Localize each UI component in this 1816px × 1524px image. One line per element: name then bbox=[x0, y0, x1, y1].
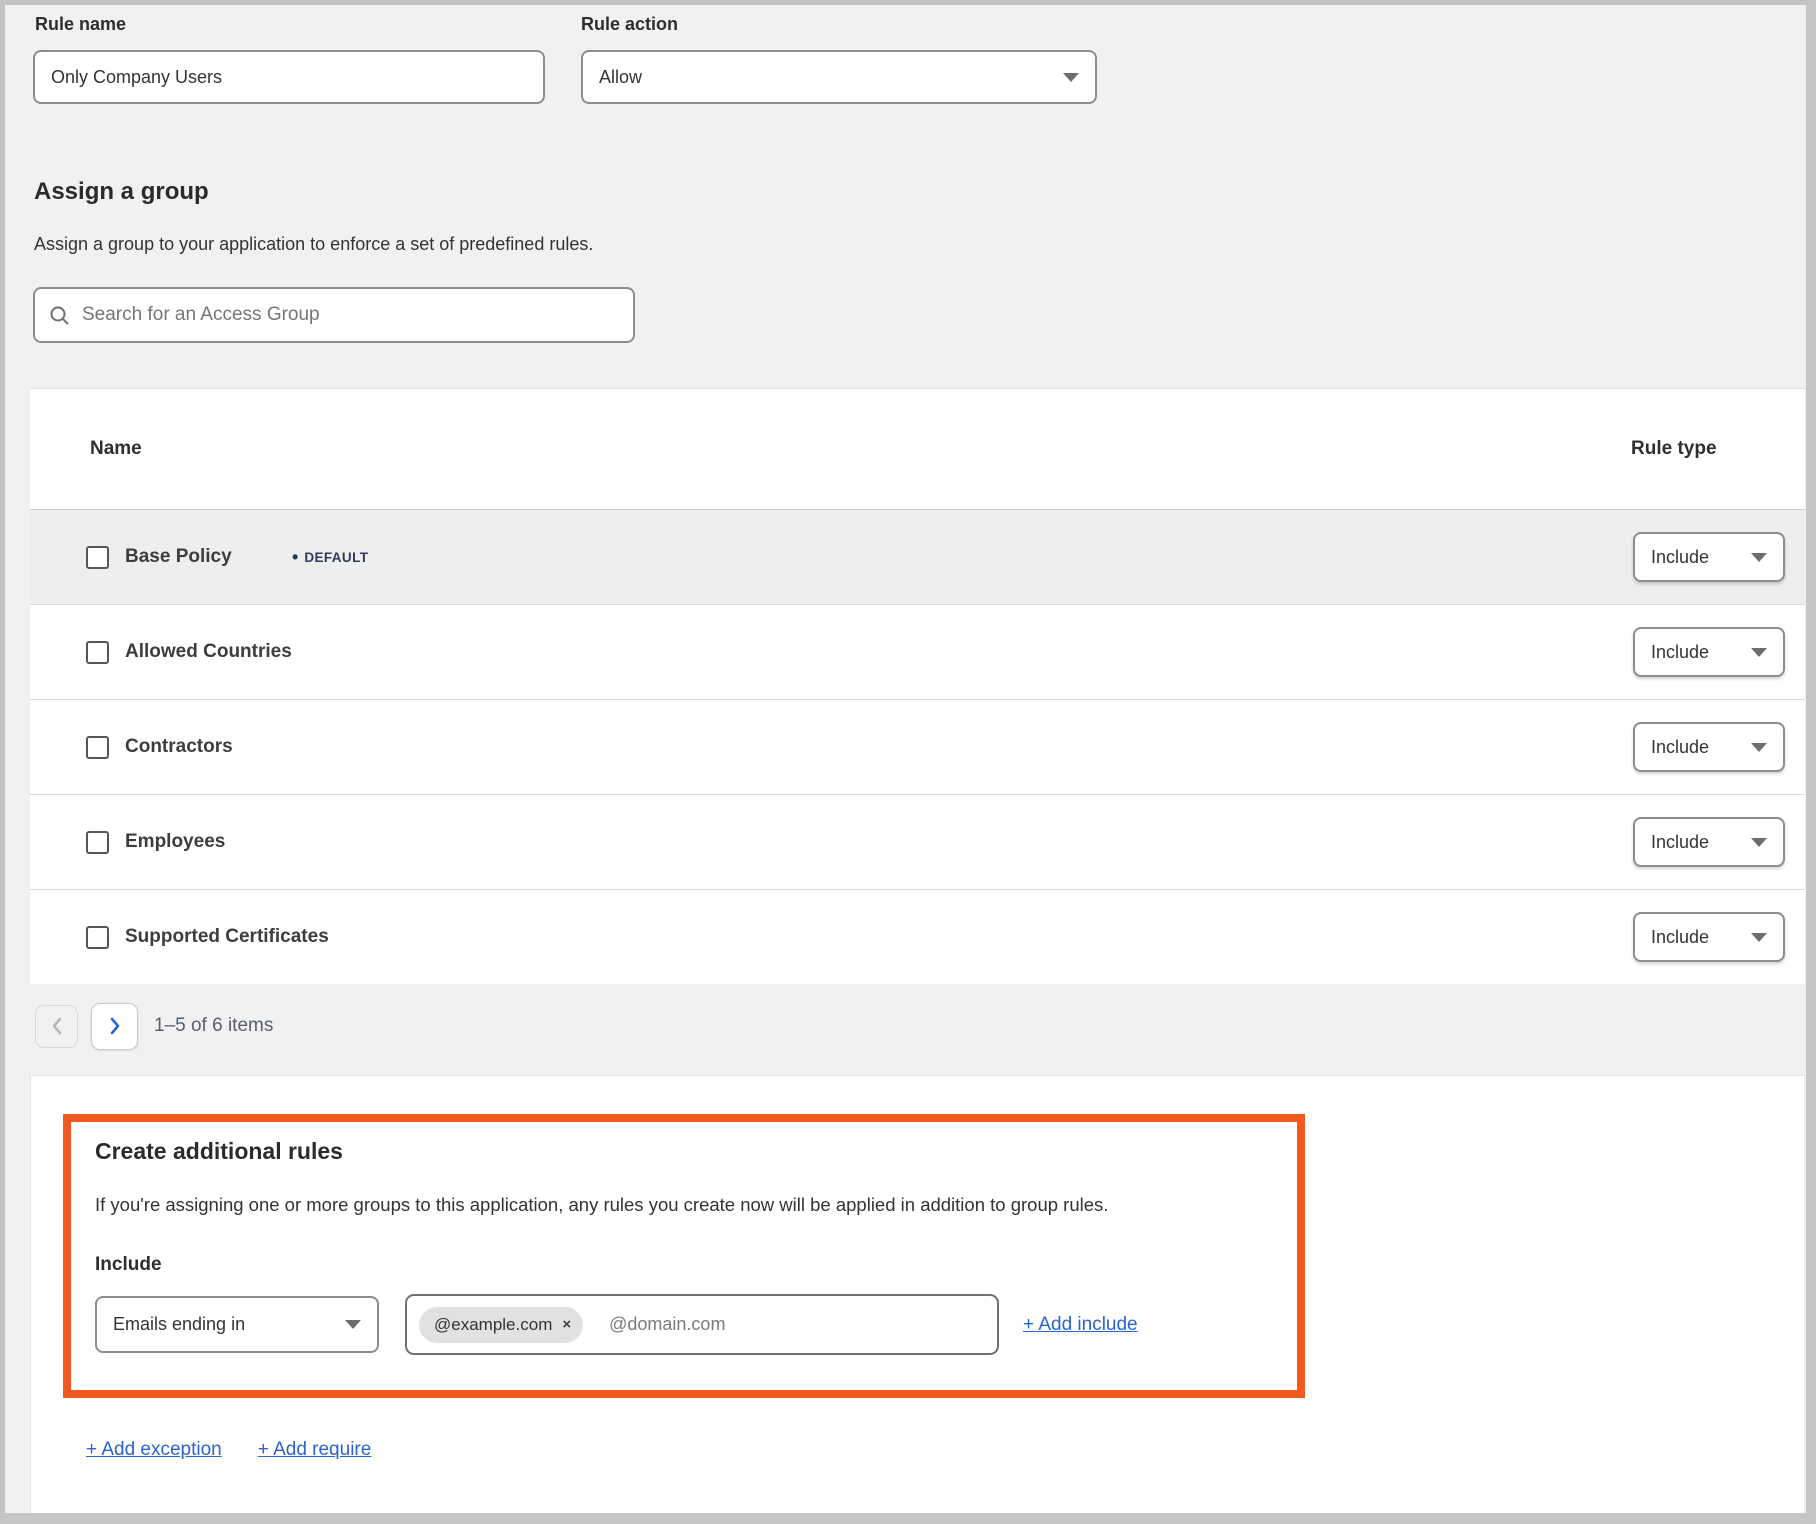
rule-type-select[interactable]: Include bbox=[1633, 532, 1785, 582]
row-checkbox[interactable] bbox=[86, 831, 109, 854]
rule-name-input[interactable] bbox=[33, 50, 545, 104]
chevron-right-icon bbox=[109, 1017, 121, 1035]
table-row: Allowed Countries Include bbox=[30, 604, 1805, 699]
include-rule-row: Emails ending in @example.com × + Add in… bbox=[95, 1294, 1138, 1355]
rule-type-value: Include bbox=[1651, 832, 1709, 853]
badge-bullet-icon: • bbox=[292, 547, 298, 568]
chevron-down-icon bbox=[1751, 933, 1767, 942]
rule-links: + Add exception + Add require bbox=[86, 1439, 371, 1461]
column-header-rule-type: Rule type bbox=[1631, 438, 1717, 460]
rule-name-label: Rule name bbox=[35, 14, 126, 35]
row-checkbox[interactable] bbox=[86, 546, 109, 569]
highlight-outline: Create additional rules If you're assign… bbox=[63, 1114, 1305, 1398]
assign-group-heading: Assign a group bbox=[34, 178, 209, 206]
email-domain-chip: @example.com × bbox=[419, 1307, 583, 1343]
additional-rules-description: If you're assigning one or more groups t… bbox=[95, 1194, 1275, 1216]
default-badge: • DEFAULT bbox=[292, 547, 368, 568]
rule-type-value: Include bbox=[1651, 547, 1709, 568]
table-row: Base Policy • DEFAULT Include bbox=[30, 509, 1805, 604]
add-include-link[interactable]: + Add include bbox=[1023, 1314, 1138, 1336]
policy-rule-page: Rule name Rule action Allow Assign a gro… bbox=[0, 0, 1816, 1524]
group-name: Base Policy bbox=[125, 546, 232, 568]
chip-label: @example.com bbox=[434, 1315, 552, 1335]
chevron-down-icon bbox=[1751, 743, 1767, 752]
chevron-down-icon bbox=[1751, 838, 1767, 847]
rule-type-select[interactable]: Include bbox=[1633, 912, 1785, 962]
assign-group-description: Assign a group to your application to en… bbox=[34, 234, 593, 255]
add-require-link[interactable]: + Add require bbox=[258, 1439, 372, 1461]
group-name: Allowed Countries bbox=[125, 641, 292, 663]
row-checkbox[interactable] bbox=[86, 926, 109, 949]
group-name: Employees bbox=[125, 831, 225, 853]
add-exception-link[interactable]: + Add exception bbox=[86, 1439, 222, 1461]
chevron-down-icon bbox=[1751, 553, 1767, 562]
chevron-down-icon bbox=[1063, 73, 1079, 82]
table-row: Supported Certificates Include bbox=[30, 889, 1805, 984]
access-group-search bbox=[33, 287, 635, 343]
chevron-down-icon bbox=[345, 1320, 361, 1329]
badge-label: DEFAULT bbox=[304, 550, 368, 565]
rule-type-value: Include bbox=[1651, 737, 1709, 758]
chevron-left-icon bbox=[51, 1017, 63, 1035]
pagination-status: 1–5 of 6 items bbox=[154, 1015, 273, 1037]
condition-select[interactable]: Emails ending in bbox=[95, 1296, 379, 1353]
remove-chip-icon[interactable]: × bbox=[562, 1316, 571, 1333]
email-domains-input: @example.com × bbox=[405, 1294, 999, 1355]
domain-input[interactable] bbox=[609, 1314, 985, 1335]
previous-page-button[interactable] bbox=[35, 1005, 78, 1048]
row-checkbox[interactable] bbox=[86, 641, 109, 664]
column-header-name: Name bbox=[90, 438, 142, 460]
table-header: Name Rule type bbox=[30, 389, 1805, 509]
rule-action-select[interactable]: Allow bbox=[581, 50, 1097, 104]
group-name: Contractors bbox=[125, 736, 233, 758]
rule-type-select[interactable]: Include bbox=[1633, 722, 1785, 772]
rule-type-select[interactable]: Include bbox=[1633, 627, 1785, 677]
rule-action-label: Rule action bbox=[581, 14, 678, 35]
additional-rules-card: Create additional rules If you're assign… bbox=[30, 1075, 1805, 1513]
access-groups-table: Name Rule type Base Policy • DEFAULT Inc… bbox=[30, 388, 1805, 984]
row-checkbox[interactable] bbox=[86, 736, 109, 759]
condition-value: Emails ending in bbox=[113, 1314, 245, 1335]
search-icon bbox=[49, 305, 70, 326]
rule-type-value: Include bbox=[1651, 642, 1709, 663]
table-row: Contractors Include bbox=[30, 699, 1805, 794]
rule-type-value: Include bbox=[1651, 927, 1709, 948]
rule-type-select[interactable]: Include bbox=[1633, 817, 1785, 867]
table-row: Employees Include bbox=[30, 794, 1805, 889]
next-page-button[interactable] bbox=[91, 1003, 138, 1050]
chevron-down-icon bbox=[1751, 648, 1767, 657]
search-input[interactable] bbox=[82, 304, 619, 326]
rule-action-value: Allow bbox=[599, 67, 642, 88]
pagination: 1–5 of 6 items bbox=[35, 1000, 273, 1052]
additional-rules-heading: Create additional rules bbox=[95, 1138, 343, 1165]
group-name: Supported Certificates bbox=[125, 926, 329, 948]
include-label: Include bbox=[95, 1254, 162, 1276]
